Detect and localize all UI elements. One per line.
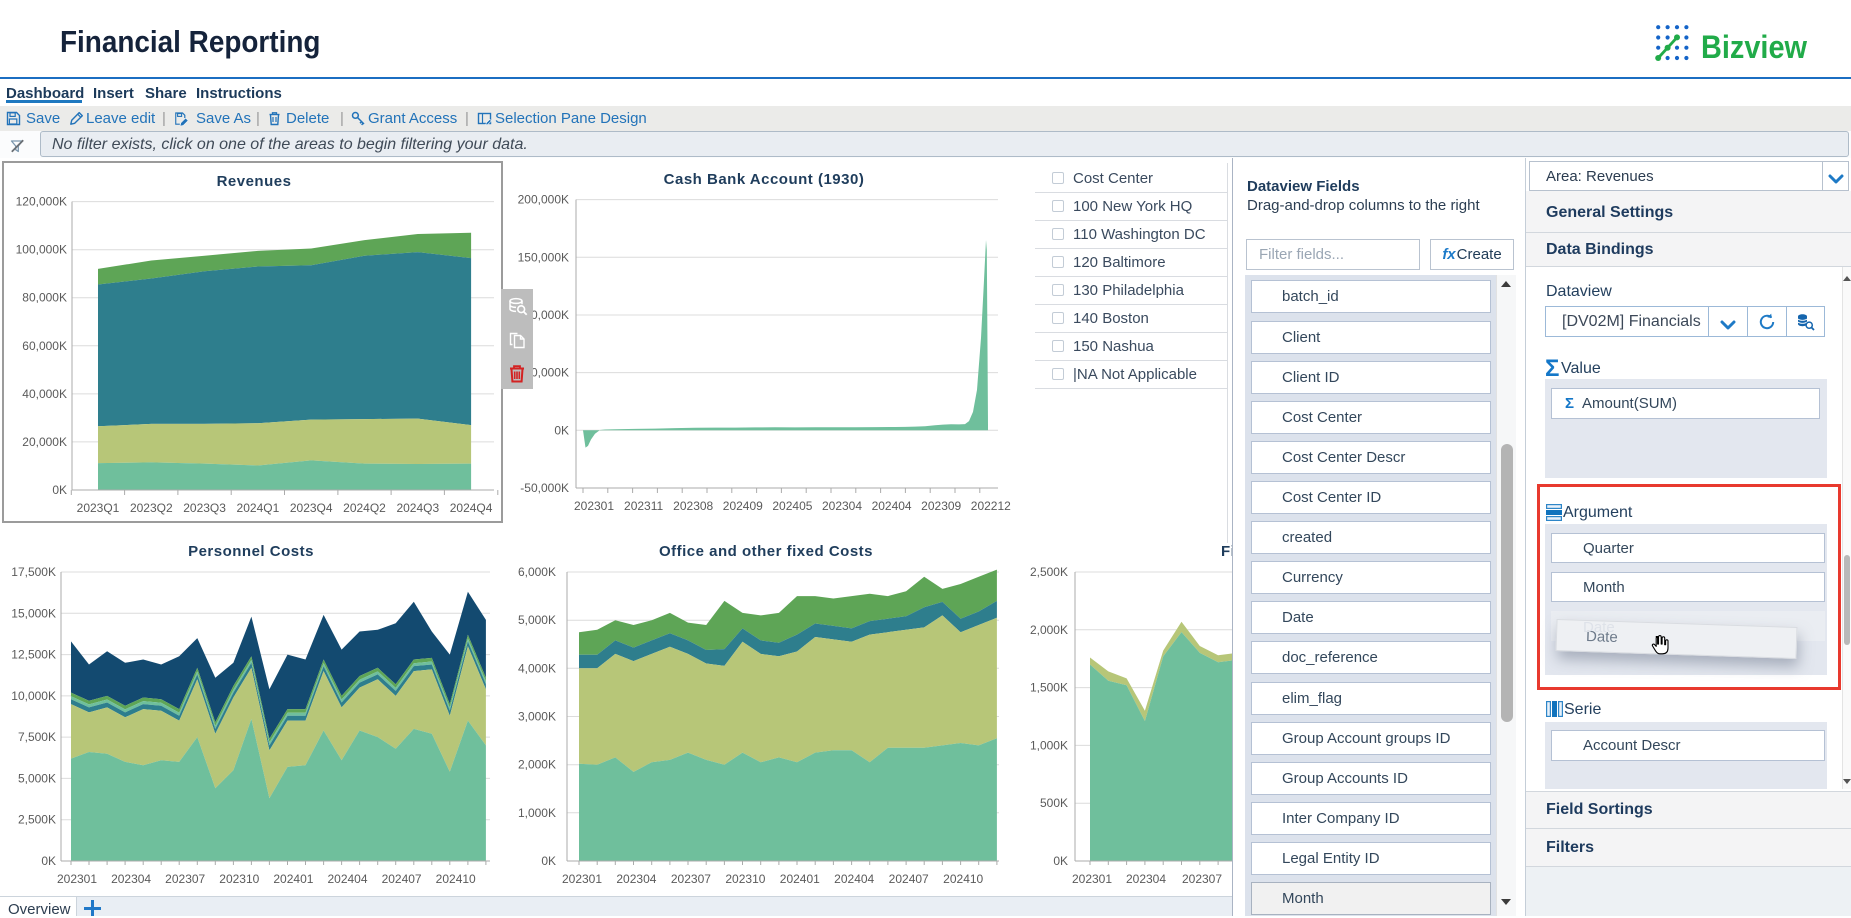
svg-text:0K: 0K [41, 854, 56, 868]
svg-text:20,000K: 20,000K [22, 435, 67, 449]
svg-text:7,500K: 7,500K [18, 730, 56, 744]
svg-text:2,000K: 2,000K [1030, 623, 1068, 637]
svg-text:60,000K: 60,000K [22, 339, 67, 353]
svg-text:2024Q1: 2024Q1 [237, 501, 280, 515]
svg-text:2,000K: 2,000K [518, 758, 556, 772]
svg-text:202304: 202304 [111, 872, 151, 886]
svg-text:1,000K: 1,000K [518, 806, 556, 820]
svg-text:202401: 202401 [273, 872, 313, 886]
svg-text:202407: 202407 [382, 872, 422, 886]
svg-text:3,000K: 3,000K [518, 710, 556, 724]
svg-text:Revenues: Revenues [217, 173, 292, 190]
svg-text:0K: 0K [52, 483, 67, 497]
svg-text:2023Q3: 2023Q3 [183, 501, 226, 515]
svg-text:0K: 0K [541, 854, 556, 868]
svg-text:202410: 202410 [943, 872, 983, 886]
svg-text:202307: 202307 [1182, 872, 1222, 886]
svg-text:202310: 202310 [725, 872, 765, 886]
svg-text:15,000K: 15,000K [11, 606, 56, 620]
svg-text:202304: 202304 [1126, 872, 1166, 886]
svg-text:202311: 202311 [624, 499, 663, 513]
svg-text:2024Q2: 2024Q2 [343, 501, 386, 515]
svg-text:202308: 202308 [673, 499, 713, 513]
svg-text:0K: 0K [554, 423, 569, 437]
svg-text:2024Q4: 2024Q4 [450, 501, 493, 515]
svg-text:202301: 202301 [562, 872, 602, 886]
svg-text:2023Q1: 2023Q1 [77, 501, 120, 515]
svg-text:202405: 202405 [772, 499, 812, 513]
svg-text:5,000K: 5,000K [518, 613, 556, 627]
svg-text:150,000K: 150,000K [518, 250, 569, 264]
svg-text:202301: 202301 [574, 499, 614, 513]
svg-text:5,000K: 5,000K [18, 771, 56, 785]
svg-text:80,000K: 80,000K [22, 291, 67, 305]
svg-text:-50,000K: -50,000K [520, 481, 569, 495]
svg-text:6,000K: 6,000K [518, 565, 556, 579]
svg-text:10,000K: 10,000K [11, 689, 56, 703]
svg-text:Personnel Costs: Personnel Costs [188, 543, 314, 560]
svg-text:Financial Result: Financial Result [1221, 543, 1232, 560]
svg-text:2,500K: 2,500K [18, 813, 56, 827]
svg-text:202212: 202212 [971, 499, 1011, 513]
svg-text:202410: 202410 [436, 872, 476, 886]
svg-text:2024Q3: 2024Q3 [396, 501, 439, 515]
svg-text:202309: 202309 [921, 499, 961, 513]
svg-text:202404: 202404 [327, 872, 367, 886]
svg-text:Office and other fixed Costs: Office and other fixed Costs [659, 543, 873, 560]
svg-text:1,500K: 1,500K [1030, 681, 1068, 695]
svg-text:202401: 202401 [780, 872, 820, 886]
svg-text:202404: 202404 [834, 872, 874, 886]
svg-text:202304: 202304 [616, 872, 656, 886]
svg-text:0K: 0K [1053, 854, 1068, 868]
svg-text:202407: 202407 [889, 872, 929, 886]
svg-text:202301: 202301 [1072, 872, 1112, 886]
svg-text:2023Q4: 2023Q4 [290, 501, 333, 515]
svg-text:202409: 202409 [723, 499, 763, 513]
svg-text:Bizview: Bizview [1701, 29, 1807, 62]
svg-text:1,000K: 1,000K [1030, 738, 1068, 752]
svg-text:100,000K: 100,000K [16, 243, 67, 257]
svg-text:202307: 202307 [671, 872, 711, 886]
svg-text:202307: 202307 [165, 872, 205, 886]
svg-text:2,500K: 2,500K [1030, 565, 1068, 579]
svg-text:Cash Bank Account (1930): Cash Bank Account (1930) [664, 171, 865, 188]
svg-text:120,000K: 120,000K [16, 195, 67, 209]
svg-text:17,500K: 17,500K [11, 565, 56, 579]
svg-text:202301: 202301 [57, 872, 97, 886]
svg-text:202310: 202310 [219, 872, 259, 886]
svg-text:500K: 500K [1040, 796, 1068, 810]
svg-text:2023Q2: 2023Q2 [130, 501, 173, 515]
svg-text:12,500K: 12,500K [11, 648, 56, 662]
svg-text:202404: 202404 [872, 499, 912, 513]
svg-text:4,000K: 4,000K [518, 661, 556, 675]
svg-text:202304: 202304 [822, 499, 862, 513]
svg-text:40,000K: 40,000K [22, 387, 67, 401]
svg-text:200,000K: 200,000K [518, 193, 569, 207]
